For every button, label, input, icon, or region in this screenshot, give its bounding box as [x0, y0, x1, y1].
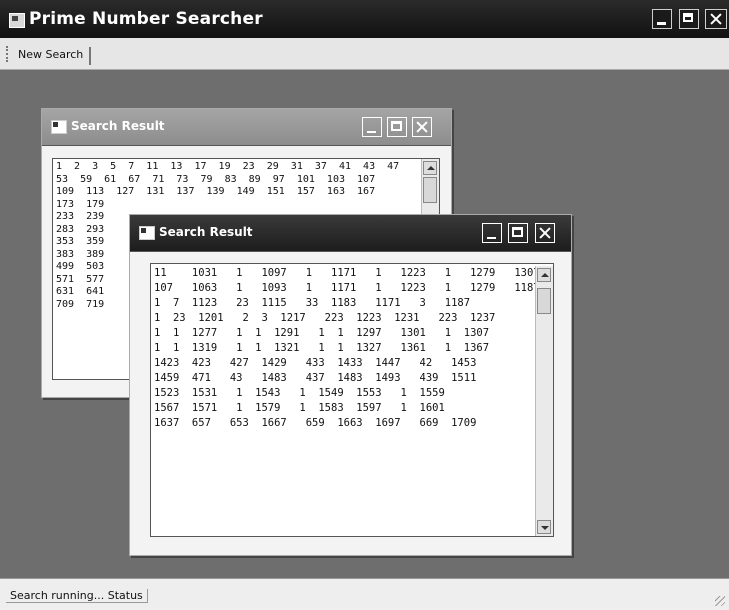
- window-icon: [139, 226, 155, 240]
- maximize-button[interactable]: [679, 9, 699, 29]
- result-list[interactable]: 11 1031 1 1097 1 1171 1 1223 1 1279 1307…: [150, 263, 554, 537]
- result-row: 1523 1531 1 1543 1 1549 1553 1 1559: [154, 387, 445, 399]
- child-maximize-button[interactable]: [387, 117, 407, 137]
- result-row: 173 179: [56, 198, 105, 210]
- child-titlebar[interactable]: Search Result: [130, 215, 571, 252]
- close-button[interactable]: [705, 9, 727, 29]
- result-row: 11 1031 1 1097 1 1171 1 1223 1 1279 1307: [154, 267, 540, 279]
- result-row: 109 113 127 131 137 139 149 151 157 163 …: [56, 186, 376, 197]
- search-result-window-front[interactable]: Search Result 11 1031 1 1097 1 1171 1 12…: [129, 214, 572, 556]
- main-titlebar[interactable]: Prime Number Searcher: [0, 0, 729, 38]
- child-close-button[interactable]: [412, 117, 432, 137]
- scroll-up-arrow-icon[interactable]: [537, 268, 551, 282]
- result-row: 1 23 1201 2 3 1217 223 1223 1231 223 123…: [154, 312, 496, 324]
- child-title: Search Result: [159, 225, 253, 239]
- status-text: Search running... Status: [6, 589, 148, 603]
- child-minimize-button[interactable]: [482, 223, 502, 243]
- result-row: 1423 423 427 1429 433 1433 1447 42 1453: [154, 357, 477, 369]
- result-row: 1459 471 43 1483 437 1483 1493 439 1511: [154, 372, 477, 384]
- child-minimize-button[interactable]: [362, 117, 382, 137]
- vertical-scrollbar[interactable]: [535, 266, 553, 536]
- app-title: Prime Number Searcher: [29, 9, 263, 29]
- result-row: 1 2 3 5 7 11 13 17 19 23 29 31 37 41 43 …: [56, 161, 400, 172]
- result-row: 107 1063 1 1093 1 1171 1 1223 1 1279 118…: [154, 282, 540, 294]
- resize-grip-icon[interactable]: [715, 596, 725, 606]
- scroll-down-arrow-icon[interactable]: [537, 520, 551, 534]
- main-window: Prime Number Searcher New Search Search …: [0, 0, 729, 610]
- window-icon: [51, 120, 67, 134]
- mdi-client-area: Search Result 1 2 3 5 7 11 13 17 19 23 2…: [0, 70, 729, 578]
- scroll-thumb[interactable]: [537, 288, 551, 314]
- app-icon: [9, 13, 25, 28]
- result-row: 1 1 1319 1 1 1321 1 1 1327 1361 1 1367: [154, 342, 490, 354]
- child-close-button[interactable]: [535, 223, 555, 243]
- minimize-button[interactable]: [652, 9, 672, 29]
- scroll-thumb[interactable]: [423, 177, 437, 203]
- status-bar: Search running... Status: [0, 578, 729, 610]
- prime-number-grid: 11 1031 1 1097 1 1171 1 1223 1 1279 1307…: [154, 266, 540, 431]
- child-title: Search Result: [71, 119, 165, 133]
- child-titlebar[interactable]: Search Result: [42, 109, 451, 146]
- new-search-button[interactable]: New Search: [14, 47, 92, 65]
- scroll-up-arrow-icon[interactable]: [423, 161, 437, 175]
- child-maximize-button[interactable]: [508, 223, 528, 243]
- result-row: 1637 657 653 1667 659 1663 1697 669 1709: [154, 417, 477, 429]
- result-row: 1 7 1123 23 1115 33 1183 1171 3 1187: [154, 297, 471, 309]
- result-row: 1567 1571 1 1579 1 1583 1597 1 1601: [154, 402, 445, 414]
- toolbar: New Search: [0, 38, 729, 70]
- toolbar-grip-icon[interactable]: [6, 46, 10, 62]
- result-row: 1 1 1277 1 1 1291 1 1 1297 1301 1 1307: [154, 327, 490, 339]
- result-row: 53 59 61 67 71 73 79 83 89 97 101 103 10…: [56, 173, 376, 185]
